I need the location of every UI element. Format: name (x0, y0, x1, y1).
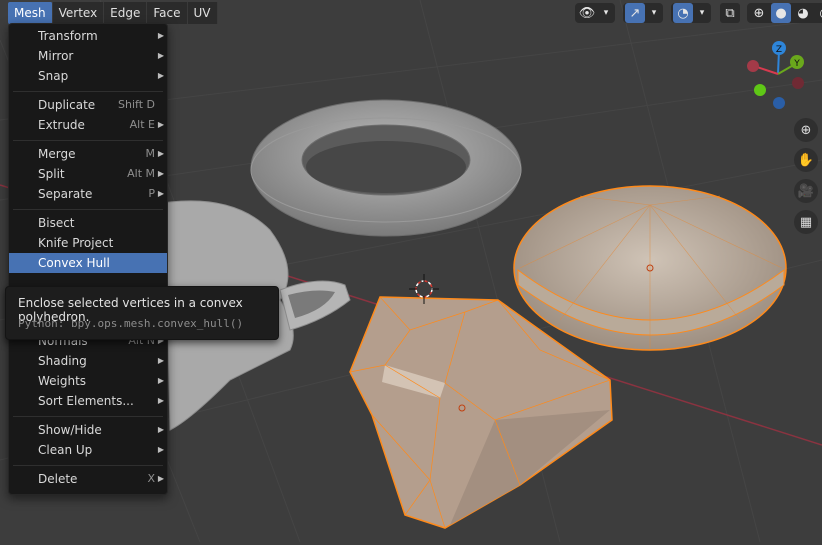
menu-item-shortcut: Alt M (127, 167, 155, 180)
menu-item-mirror[interactable]: Mirror ▶ (9, 46, 167, 66)
3d-viewport[interactable]: Z Y Mesh Vertex Edge Face UV 👁 ▾ ↗ ▾ ◔ ▾… (0, 0, 822, 543)
submenu-arrow-icon: ▶ (157, 120, 164, 129)
menu-item-clean-up[interactable]: Clean Up ▶ (9, 440, 167, 460)
gizmo-x-axis-icon (747, 60, 759, 72)
menu-edge[interactable]: Edge (104, 2, 148, 24)
menu-item-shortcut: P (148, 187, 155, 200)
menu-item-shading[interactable]: Shading ▶ (9, 351, 167, 371)
menu-face[interactable]: Face (147, 2, 188, 24)
menu-mesh[interactable]: Mesh (8, 2, 53, 24)
menu-separator (13, 465, 163, 466)
operator-tooltip: Enclose selected vertices in a convex po… (5, 286, 279, 340)
zoom-icon[interactable]: ⊕ (794, 118, 818, 142)
submenu-arrow-icon: ▶ (157, 149, 164, 158)
menu-item-separate[interactable]: Separate P ▶ (9, 184, 167, 204)
menu-item-extrude[interactable]: Extrude Alt E ▶ (9, 115, 167, 135)
menu-item-label: Merge (38, 147, 76, 161)
overlay-dropdown-icon[interactable]: ▾ (695, 3, 709, 23)
dome-mesh-selected (513, 185, 787, 351)
menu-separator (13, 91, 163, 92)
mesh-dropdown-menu: Transform ▶ Mirror ▶ Snap ▶ Duplicate Shift … (8, 23, 168, 495)
menu-item-weights[interactable]: Weights ▶ (9, 371, 167, 391)
menu-item-label: Show/Hide (38, 423, 102, 437)
gizmo-neg-y-icon (754, 84, 766, 96)
submenu-arrow-icon: ▶ (157, 31, 164, 40)
menu-item-snap[interactable]: Snap ▶ (9, 66, 167, 86)
pan-hand-icon[interactable]: ✋ (794, 148, 818, 172)
menu-item-label: Convex Hull (38, 256, 110, 270)
ortho-grid-icon[interactable]: ▦ (794, 210, 818, 234)
menu-separator (13, 416, 163, 417)
submenu-arrow-icon: ▶ (157, 71, 164, 80)
menu-item-label: Bisect (38, 216, 75, 230)
gizmo-z-label: Z (776, 45, 782, 55)
menu-item-transform[interactable]: Transform ▶ (9, 26, 167, 46)
menu-item-label: Duplicate (38, 98, 96, 112)
tooltip-python: Python: bpy.ops.mesh.convex_hull() (18, 317, 244, 330)
menu-item-bisect[interactable]: Bisect (9, 213, 167, 233)
solid-shading-icon[interactable]: ● (771, 3, 791, 23)
visibility-eye-icon[interactable]: 👁 (577, 3, 597, 23)
menu-item-label: Weights (38, 374, 87, 388)
menu-item-label: Sort Elements... (38, 394, 134, 408)
gizmo-neg-z-icon (773, 97, 785, 109)
menu-item-split[interactable]: Split Alt M ▶ (9, 164, 167, 184)
menu-item-shortcut: Alt E (129, 118, 155, 131)
menu-item-label: Extrude (38, 118, 85, 132)
menu-item-shortcut: X (147, 472, 155, 485)
gizmo-toggle-group: ↗ ▾ (623, 3, 663, 23)
menu-item-label: Clean Up (38, 443, 93, 457)
camera-view-icon[interactable]: 🎥 (794, 179, 818, 203)
xray-toggle-icon[interactable]: ⧉ (720, 3, 740, 23)
menu-item-label: Knife Project (38, 236, 114, 250)
object-visibility-group: 👁 ▾ (575, 3, 615, 23)
submenu-arrow-icon: ▶ (157, 425, 164, 434)
menu-item-duplicate[interactable]: Duplicate Shift D (9, 95, 167, 115)
material-shading-icon[interactable]: ◕ (793, 3, 813, 23)
menu-item-label: Mirror (38, 49, 74, 63)
menu-item-label: Split (38, 167, 65, 181)
menu-separator (13, 140, 163, 141)
menu-item-delete[interactable]: Delete X ▶ (9, 469, 167, 489)
rendered-shading-icon[interactable]: ◑ (815, 3, 822, 23)
overlay-toggle-icon[interactable]: ◔ (673, 3, 693, 23)
menu-uv[interactable]: UV (187, 2, 218, 24)
menu-item-merge[interactable]: Merge M ▶ (9, 144, 167, 164)
submenu-arrow-icon: ▶ (157, 189, 164, 198)
submenu-arrow-icon: ▶ (157, 169, 164, 178)
submenu-arrow-icon: ▶ (157, 51, 164, 60)
navigation-gizmo: Z Y (747, 41, 804, 109)
gizmo-y-label: Y (793, 59, 800, 69)
submenu-arrow-icon: ▶ (157, 376, 164, 385)
header-menubar: Mesh Vertex Edge Face UV (8, 2, 218, 24)
menu-item-knife-project[interactable]: Knife Project (9, 233, 167, 253)
menu-item-convex-hull[interactable]: Convex Hull (9, 253, 167, 273)
menu-item-sort-elements[interactable]: Sort Elements... ▶ (9, 391, 167, 411)
submenu-arrow-icon: ▶ (157, 474, 164, 483)
menu-item-shortcut: Shift D (118, 98, 155, 111)
menu-item-label: Shading (38, 354, 87, 368)
wireframe-shading-icon[interactable]: ⊕ (749, 3, 769, 23)
menu-item-label: Snap (38, 69, 69, 83)
submenu-arrow-icon: ▶ (157, 396, 164, 405)
shading-mode-group: ⊕ ● ◕ ◑ ▾ (747, 3, 822, 23)
menu-item-label: Separate (38, 187, 93, 201)
gizmo-toggle-icon[interactable]: ↗ (625, 3, 645, 23)
torus-mesh (250, 99, 522, 237)
gizmo-dropdown-icon[interactable]: ▾ (647, 3, 661, 23)
menu-vertex[interactable]: Vertex (52, 2, 105, 24)
overlay-toggle-group: ◔ ▾ (671, 3, 711, 23)
menu-item-label: Transform (38, 29, 98, 43)
visibility-dropdown-icon[interactable]: ▾ (599, 3, 613, 23)
menu-item-label: Delete (38, 472, 78, 486)
menu-item-show-hide[interactable]: Show/Hide ▶ (9, 420, 167, 440)
gizmo-neg-x-icon (792, 77, 804, 89)
submenu-arrow-icon: ▶ (157, 445, 164, 454)
menu-separator (13, 209, 163, 210)
menu-item-shortcut: M (145, 147, 156, 160)
viewport-tools: 👁 ▾ ↗ ▾ ◔ ▾ ⧉ ⊕ ● ◕ ◑ ▾ (575, 2, 822, 24)
submenu-arrow-icon: ▶ (157, 356, 164, 365)
